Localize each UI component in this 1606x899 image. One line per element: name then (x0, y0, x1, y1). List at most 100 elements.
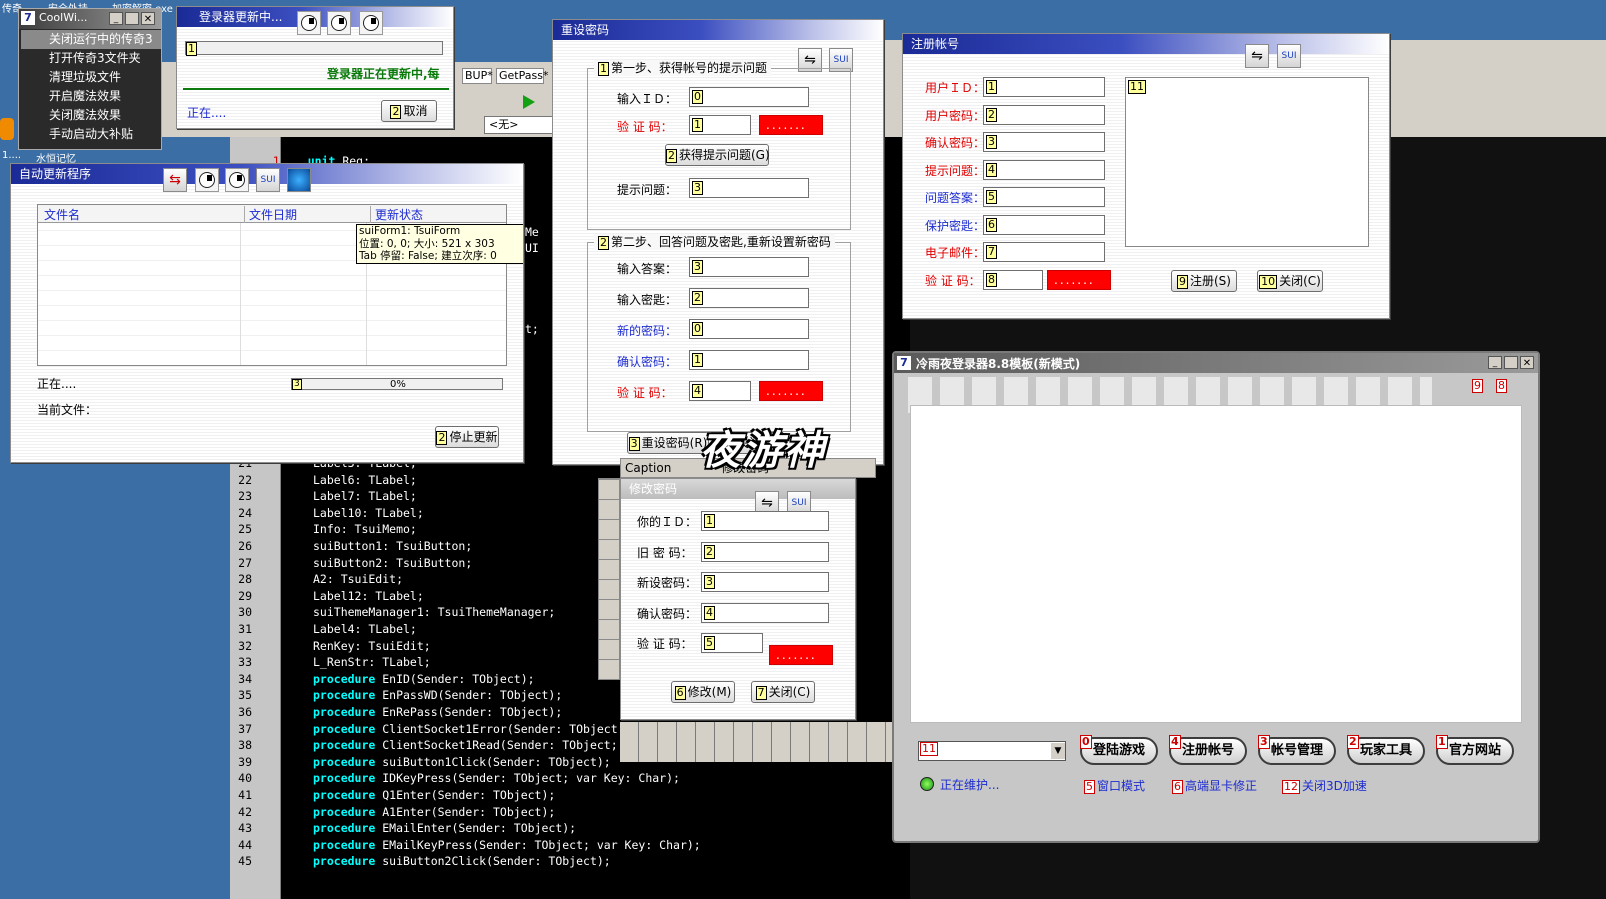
change-row-label: 旧 密 码： (637, 545, 693, 560)
minimize-icon[interactable]: _ (1488, 356, 1502, 369)
reset-row-label: 验 证 码： (617, 386, 673, 400)
change-row-field[interactable]: 1 (701, 511, 829, 531)
captcha-image[interactable]: ....... (1047, 270, 1111, 290)
reset-row-field[interactable]: 1 (689, 350, 809, 370)
register-row-label: 用户密码： (925, 108, 986, 123)
launcher-content[interactable] (910, 405, 1522, 723)
change-row-field[interactable]: 3 (701, 572, 829, 592)
register-row-field[interactable]: 4 (983, 159, 1105, 180)
minimize-num[interactable]: 9 (1472, 379, 1483, 393)
reset-row-field[interactable]: 2 (689, 288, 809, 308)
register-row-field[interactable]: 3 (983, 132, 1105, 152)
reset-row-field[interactable]: 4 (689, 381, 751, 401)
hint-label: 提示问题： (617, 183, 678, 197)
reset-row-field[interactable]: 0 (689, 319, 809, 339)
close-num[interactable]: 8 (1496, 379, 1507, 393)
register-memo[interactable]: 11 (1125, 77, 1369, 247)
reset-row-label: 输入密匙： (617, 293, 678, 307)
register-close-button[interactable]: 10 关闭(C) (1257, 270, 1323, 292)
reset-titlebar: 重设密码 (553, 20, 883, 40)
autoupdate-title: 自动更新程序 (19, 167, 92, 181)
change-row-field[interactable]: 4 (701, 602, 829, 623)
column-header[interactable]: 文件日期 (244, 206, 297, 223)
launcher-titlebar: 7 冷雨夜登录器8.8模板(新模式) _ ✕ (894, 353, 1538, 373)
launcher-link[interactable]: 5 窗口模式 (1084, 778, 1145, 794)
captcha-image[interactable]: ....... (769, 645, 833, 665)
updater-status: 登录器正在更新中,每 (327, 67, 440, 81)
register-row-field[interactable]: 6 (983, 214, 1105, 235)
get-hint-button[interactable]: 2 获得提示问题(G) (665, 144, 770, 166)
launcher-button[interactable]: 1 官方网站 (1436, 735, 1514, 765)
launcher-button[interactable]: 3 帐号管理 (1258, 735, 1336, 765)
coolwin-item[interactable]: 清理垃圾文件 (21, 68, 161, 87)
column-header[interactable]: 更新状态 (370, 206, 423, 223)
ide-play-icon[interactable] (523, 95, 535, 109)
code-line: 41 procedure Q1Enter(Sender: TObject); (238, 788, 556, 802)
modify-button[interactable]: 6 修改(M) (671, 681, 735, 703)
reset-id-field[interactable]: 0 (689, 87, 809, 107)
hint-field[interactable]: 3 (689, 178, 809, 198)
register-row-label: 验 证 码： (925, 273, 981, 288)
code-line: 43 procedure EMailEnter(Sender: TObject); (238, 821, 577, 836)
stop-update-button[interactable]: 2 停止更新 (435, 426, 499, 448)
step1-title: 1 第一步、获得帐号的提示问题 (594, 60, 772, 76)
clock-icon (225, 168, 249, 192)
register-submit-button[interactable]: 9 注册(S) (1171, 270, 1237, 292)
ide-tab-bup[interactable]: BUP* (462, 68, 493, 84)
chevron-down-icon[interactable]: ▼ (1051, 743, 1065, 759)
column-divider (240, 223, 241, 365)
server-combo[interactable]: 11 ▼ (918, 741, 1066, 761)
progress-percent: 0% (390, 379, 406, 390)
tooltip-line: 位置: 0, 0; 大小: 521 x 303 (359, 237, 495, 250)
launcher-link[interactable]: 12 关闭3D加速 (1282, 778, 1367, 794)
captcha-image[interactable]: ....... (759, 115, 823, 135)
launcher-link[interactable]: 6 高端显卡修正 (1172, 778, 1257, 794)
progress-label: 正在.... (37, 377, 77, 391)
reset-submit-button[interactable]: 3 重设密码(R) (627, 432, 709, 454)
maximize-icon[interactable] (1504, 356, 1518, 369)
change-row-label: 你的ＩＤ： (637, 515, 698, 529)
register-row-label: 问题答案： (925, 191, 986, 205)
cancel-button[interactable]: 2 取消 (381, 100, 437, 122)
close-icon[interactable]: ✕ (141, 12, 155, 25)
desktop-label-4: 1.... (2, 150, 22, 161)
socket-icon: ⇋ (1245, 44, 1269, 68)
minimize-icon[interactable]: _ (109, 12, 123, 25)
reset-captcha-field[interactable]: 1 (689, 115, 751, 135)
register-row-field[interactable]: 1 (983, 77, 1105, 97)
caption-text: Caption (625, 461, 672, 475)
coolwin-item[interactable]: 关闭魔法效果 (21, 106, 161, 125)
coolwin-item[interactable]: 手动启动大补贴 (21, 125, 161, 144)
launcher-button[interactable]: 0 登陆游戏 (1080, 735, 1158, 765)
current-file-label: 当前文件： (37, 403, 98, 417)
change-row-field[interactable]: 5 (701, 633, 763, 653)
register-row-label: 确认密码： (925, 136, 986, 150)
updater-window: 登录器更新中... 1 登录器正在更新中,每 正在.... 2 取消 (176, 6, 454, 129)
change-row-field[interactable]: 2 (701, 541, 829, 562)
desktop-icon[interactable] (0, 118, 14, 140)
reset-password-window: 重设密码 ⇋ SUI 1 第一步、获得帐号的提示问题 输入ＩＤ： 0 验 证 码：… (552, 19, 884, 465)
coolwin-item[interactable]: 关闭运行中的传奇3 (21, 30, 161, 49)
register-row-field[interactable]: 5 (983, 187, 1105, 207)
captcha-image[interactable]: ....... (759, 381, 823, 401)
close-icon[interactable]: ✕ (1520, 356, 1534, 369)
coolwin-titlebar: 7 CoolWi... _ ✕ (19, 9, 161, 29)
reset-id-label: 输入ＩＤ： (617, 92, 678, 106)
ide-tab-getpass[interactable]: GetPass* (496, 68, 548, 84)
maximize-icon[interactable] (125, 12, 139, 25)
launcher-button[interactable]: 2 玩家工具 (1347, 735, 1425, 765)
coolwin-item[interactable]: 开启魔法效果 (21, 87, 161, 106)
change-titlebar: 修改密码 (621, 479, 855, 499)
ide-combo[interactable]: <无> (484, 116, 558, 134)
launcher-button[interactable]: 4 注册帐号 (1169, 735, 1247, 765)
coolwin-item[interactable]: 打开传奇3文件夹 (21, 49, 161, 68)
updater-progress: 1 (185, 41, 443, 56)
column-header[interactable]: 文件名 (44, 206, 80, 223)
change-close-button[interactable]: 7 关闭(C) (751, 681, 815, 703)
clock-icon (327, 11, 351, 35)
register-row-field[interactable]: 2 (983, 104, 1105, 125)
register-row-field[interactable]: 8 (983, 269, 1043, 290)
register-row-field[interactable]: 7 (983, 242, 1105, 262)
reset-row-field[interactable]: 3 (689, 257, 809, 277)
launcher-window: 7 冷雨夜登录器8.8模板(新模式) _ ✕ 9 8 SUI 11 ▼ 0登陆游… (892, 351, 1540, 843)
